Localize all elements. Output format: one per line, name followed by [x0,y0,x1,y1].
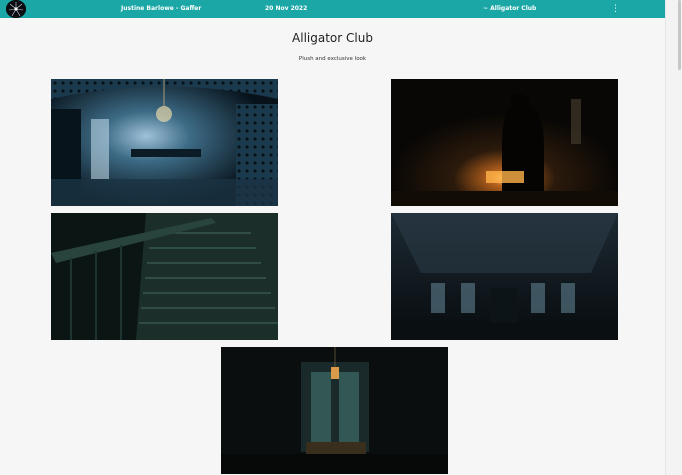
scrollbar-thumb[interactable] [678,0,681,70]
gallery-photo[interactable] [51,213,278,340]
credit-text: Justine Barlowe - Gaffer [121,5,202,12]
gallery-photo[interactable] [391,213,618,340]
gallery-photo[interactable] [51,79,278,206]
gallery-photo[interactable] [391,79,618,206]
scrollbar-track[interactable] [665,0,682,475]
date-text: 20 Nov 2022 [265,5,308,12]
vertical-dots-icon[interactable]: ⋮ [611,3,620,15]
top-bar: Justine Barlowe - Gaffer 20 Nov 2022 ~ A… [0,0,665,18]
page-title: Alligator Club [292,31,373,45]
gallery-photo[interactable] [221,347,448,474]
starburst-logo-icon[interactable] [6,0,26,18]
page-subtitle: Plush and exclusive look [298,56,367,62]
section-link[interactable]: ~ Alligator Club [483,4,536,14]
